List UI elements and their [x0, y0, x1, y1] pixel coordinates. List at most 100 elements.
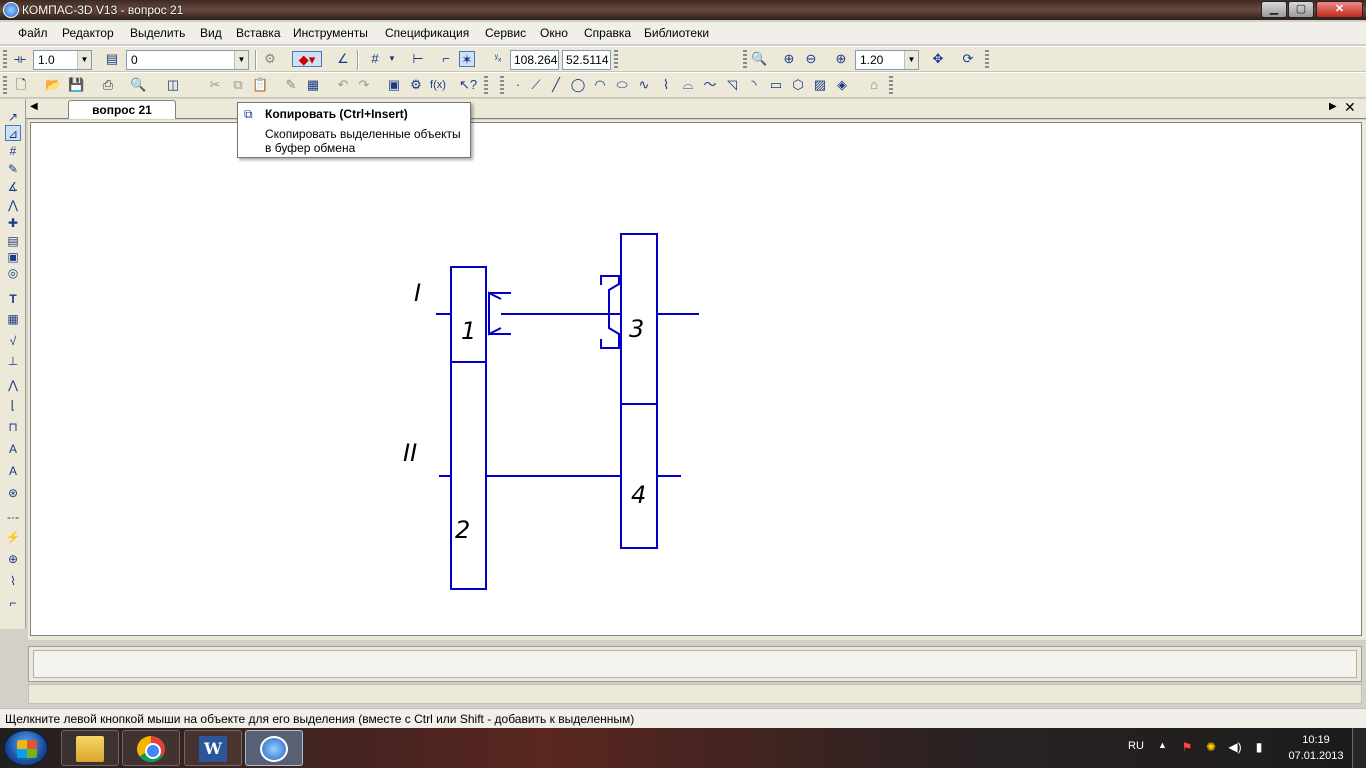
designations-icon[interactable]: # [5, 143, 21, 159]
cut-line-icon[interactable]: A [5, 441, 21, 457]
layer-combo[interactable]: 0 ▼ [126, 50, 249, 70]
menu-editor[interactable]: Редактор [62, 26, 114, 40]
point-icon[interactable]: · [510, 77, 526, 93]
taskbar-app-kompas[interactable] [245, 730, 303, 766]
reports-icon[interactable]: ▣ [5, 249, 21, 265]
aux-line-icon[interactable]: ⟋ [528, 77, 544, 93]
start-button[interactable] [4, 730, 48, 766]
coord-x-field[interactable]: 108.264 [510, 50, 559, 70]
zoom-window-icon[interactable]: 🔍 [751, 51, 767, 67]
taskbar-app-explorer[interactable] [61, 730, 119, 766]
edit-icon[interactable]: ✎ [5, 161, 21, 177]
tray-expand-icon[interactable]: ▲ [1158, 740, 1167, 750]
toolbar-grip[interactable] [500, 76, 504, 96]
toolbar-grip[interactable] [743, 50, 747, 70]
axis-icon[interactable]: ⊛ [5, 485, 21, 501]
pan-icon[interactable]: ✥ [930, 51, 946, 67]
volume-icon[interactable]: ◀) [1228, 740, 1242, 754]
save-icon[interactable]: 💾 [68, 77, 84, 93]
fillet-icon[interactable]: ◝ [746, 77, 762, 93]
zoom-scale-icon[interactable]: ⊕ [833, 51, 849, 67]
tab-close-icon[interactable]: ✕ [1344, 99, 1356, 116]
menu-select[interactable]: Выделить [130, 26, 185, 40]
break-line-icon[interactable]: ⌇ [5, 573, 21, 589]
clock-time[interactable]: 10:19 [1296, 734, 1336, 746]
position-icon[interactable]: ⌊ [5, 397, 21, 413]
tab-scroll-right-icon[interactable]: ▶ [1329, 101, 1337, 112]
table-icon[interactable]: ▦ [5, 311, 21, 327]
polyline-icon[interactable]: ⌓ [680, 77, 696, 93]
menu-insert[interactable]: Вставка [236, 26, 281, 40]
properties-icon[interactable]: ⚙ [262, 51, 278, 67]
refresh-icon[interactable]: ⟳ [960, 51, 976, 67]
taskbar-app-word[interactable]: W [184, 730, 242, 766]
line-scale-combo[interactable]: 1.0 ▼ [33, 50, 92, 70]
zoom-out-icon[interactable]: ⊖ [803, 51, 819, 67]
show-desktop-button[interactable] [1352, 728, 1366, 768]
chevron-down-icon[interactable]: ▼ [77, 51, 91, 69]
network-icon[interactable]: ✺ [1204, 740, 1218, 754]
crosshair-icon[interactable]: ⊕ [5, 551, 21, 567]
zoom-in-icon[interactable]: ⊕ [781, 51, 797, 67]
language-indicator[interactable]: RU [1128, 740, 1144, 752]
redo-icon[interactable]: ↷ [356, 77, 372, 93]
polygon-icon[interactable]: ⬡ [790, 77, 806, 93]
manager-icon[interactable]: ◫ [165, 77, 181, 93]
chevron-down-icon[interactable]: ▼ [904, 51, 918, 69]
insert-icon[interactable]: ◎ [5, 265, 21, 281]
toolbar-grip[interactable] [484, 76, 488, 96]
base-icon[interactable]: ⊥ [5, 353, 21, 369]
spec-icon[interactable]: ▤ [5, 233, 21, 249]
toolbar-grip[interactable] [985, 50, 989, 70]
line-scale-icon[interactable]: ⟛ [12, 51, 28, 67]
new-document-icon[interactable]: 🗋 [13, 77, 29, 93]
menu-tools[interactable]: Инструменты [293, 26, 368, 40]
nurbs-icon[interactable]: 〜 [702, 77, 718, 93]
zoom-combo[interactable]: 1.20 ▼ [855, 50, 919, 70]
center-mark-icon[interactable]: -·- [5, 509, 21, 525]
variables-icon[interactable]: ⚙ [408, 77, 424, 93]
hatch-icon[interactable]: ▨ [812, 77, 828, 93]
drawing-canvas[interactable]: I II 1 2 3 4 [30, 122, 1362, 636]
cut-icon[interactable]: ✂ [207, 77, 223, 93]
measure-icon[interactable]: ⋀ [5, 197, 21, 213]
snap-icon[interactable]: ◆▾ [292, 51, 322, 67]
circle-icon[interactable]: ◯ [570, 77, 586, 93]
menu-libraries[interactable]: Библиотеки [644, 26, 709, 40]
parametrization-icon[interactable]: ∡ [5, 179, 21, 195]
chevron-down-icon[interactable]: ▼ [384, 51, 400, 67]
toolbar-grip[interactable] [3, 50, 7, 70]
tab-scroll-left-icon[interactable]: ◀ [30, 101, 38, 112]
view-arrow-icon[interactable]: A [5, 463, 21, 479]
text-icon[interactable]: T [5, 291, 21, 307]
rectangle-icon[interactable]: ▭ [768, 77, 784, 93]
dimensions-icon[interactable]: ⊿ [5, 125, 21, 141]
toolbar-grip[interactable] [3, 76, 7, 96]
properties-table-icon[interactable]: ▦ [305, 77, 321, 93]
copy-icon[interactable]: ⧉ [230, 77, 246, 93]
weld-icon[interactable]: ⌐ [5, 595, 21, 611]
taskbar-app-chrome[interactable] [122, 730, 180, 766]
menu-view[interactable]: Вид [200, 26, 222, 40]
action-center-icon[interactable]: ⚑ [1180, 740, 1194, 754]
library-manager-icon[interactable]: ▣ [386, 77, 402, 93]
geometry-icon[interactable]: ↗ [5, 109, 21, 125]
spline-icon[interactable]: ∿ [636, 77, 652, 93]
arc-icon[interactable]: ◠ [592, 77, 608, 93]
function-icon[interactable]: f(x) [428, 77, 448, 93]
segment-icon[interactable]: ╱ [548, 77, 564, 93]
layer-icon[interactable]: ▤ [104, 51, 120, 67]
maximize-button[interactable]: ▢ [1288, 1, 1314, 18]
roughness-icon[interactable]: √ [5, 333, 21, 349]
menu-window[interactable]: Окно [540, 26, 568, 40]
undo-icon[interactable]: ↶ [335, 77, 351, 93]
wave-icon[interactable]: ⚡ [5, 529, 21, 545]
coord-y-field[interactable]: 52.5114 [562, 50, 611, 70]
fill-icon[interactable]: ◈ [834, 77, 850, 93]
ellipse-icon[interactable]: ⬭ [614, 77, 630, 93]
toolbar-grip[interactable] [889, 76, 893, 96]
format-brush-icon[interactable]: ✎ [283, 77, 299, 93]
grid-icon[interactable]: # [367, 51, 383, 67]
menu-file[interactable]: Файл [18, 26, 48, 40]
select-icon[interactable]: ✚ [5, 215, 21, 231]
